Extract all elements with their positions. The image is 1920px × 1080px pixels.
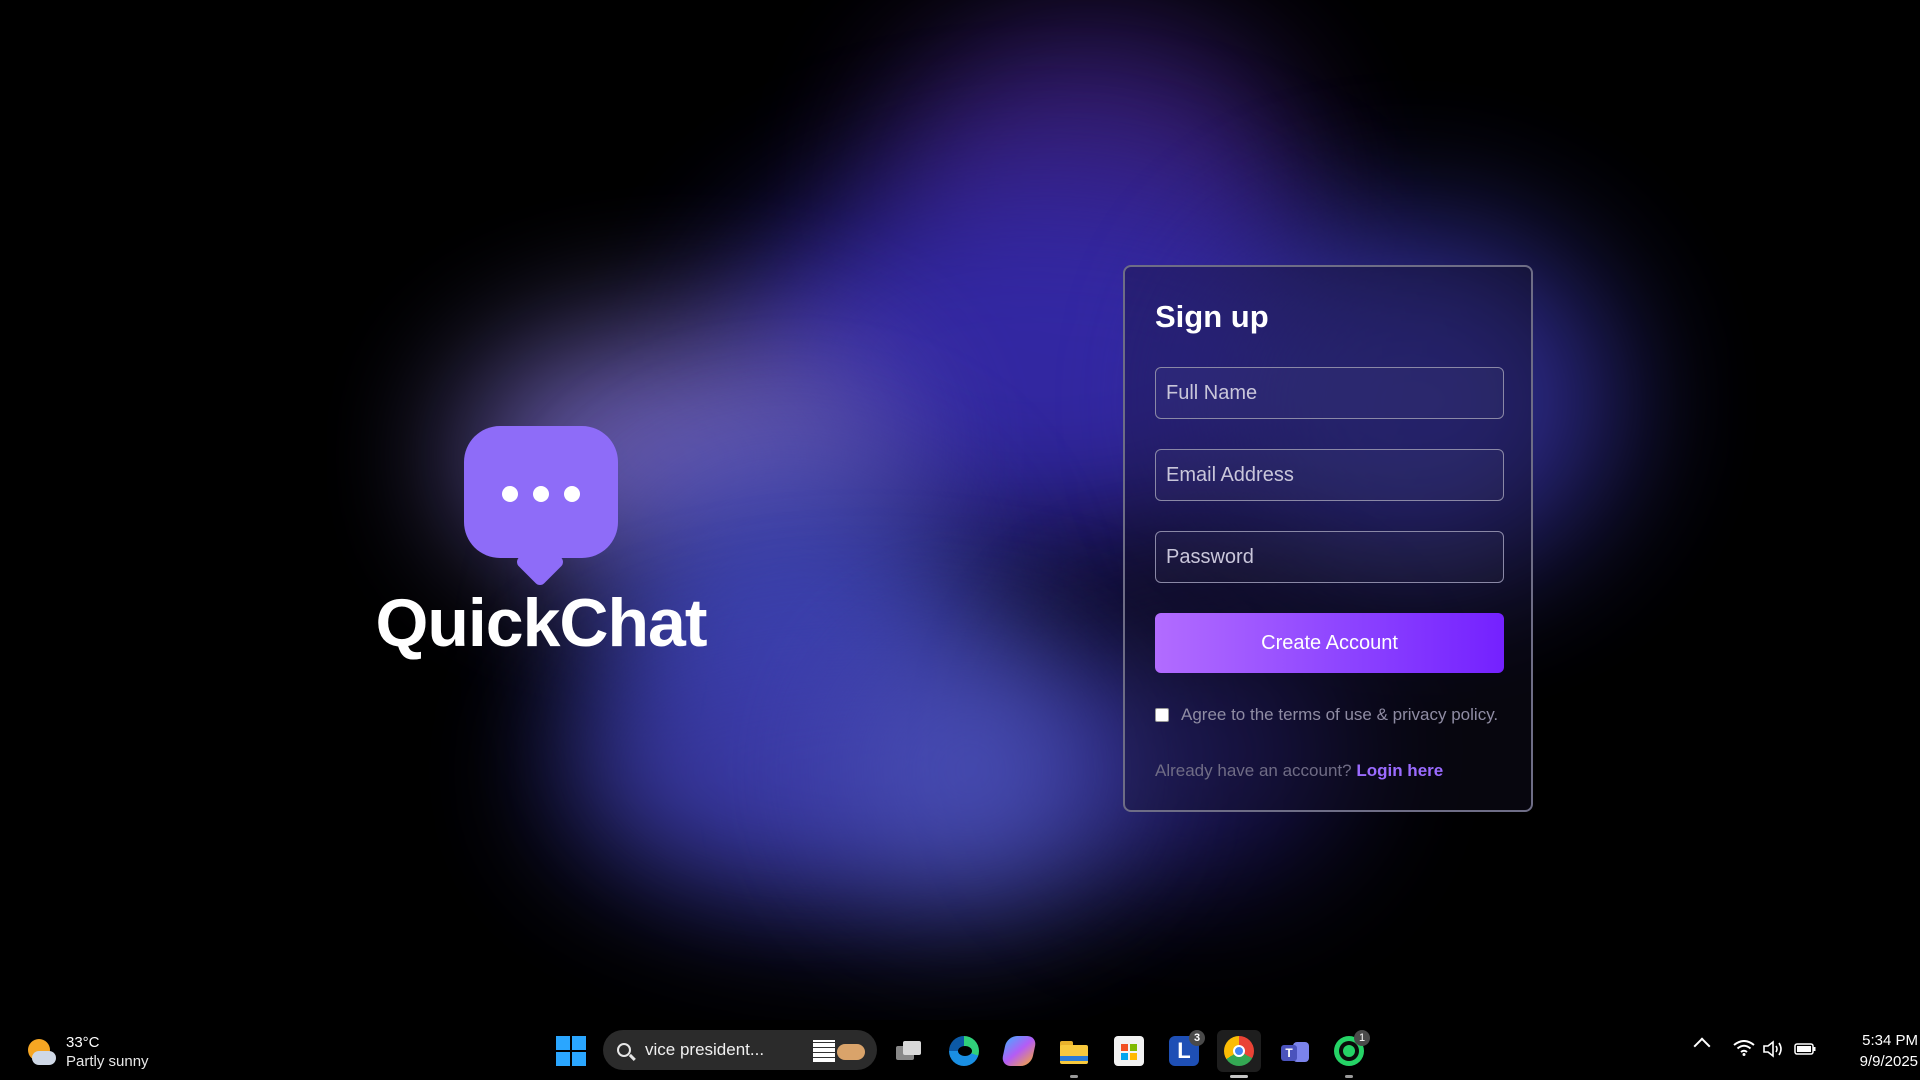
login-link[interactable]: Login here bbox=[1356, 761, 1443, 780]
wifi-icon[interactable] bbox=[1733, 1040, 1755, 1056]
folder-icon bbox=[1059, 1036, 1089, 1066]
file-explorer-button[interactable] bbox=[1052, 1030, 1096, 1078]
login-prompt: Already have an account? bbox=[1155, 761, 1352, 780]
running-indicator bbox=[1230, 1075, 1248, 1078]
terms-row: Agree to the terms of use & privacy poli… bbox=[1155, 705, 1498, 725]
whatsapp-icon: 1 bbox=[1334, 1030, 1370, 1066]
clock-date: 9/9/2025 bbox=[1859, 1053, 1918, 1070]
signup-card: Sign up Create Account Agree to the term… bbox=[1123, 265, 1533, 812]
weather-widget[interactable]: 33°C Partly sunny bbox=[24, 1032, 149, 1072]
background-glow bbox=[840, 640, 1100, 900]
chrome-button[interactable] bbox=[1217, 1030, 1261, 1078]
l-app-button[interactable]: L 3 bbox=[1162, 1030, 1206, 1072]
taskbar-clock[interactable]: 5:34 PM 9/9/2025 bbox=[1818, 1030, 1918, 1072]
whatsapp-button[interactable]: 1 bbox=[1327, 1030, 1371, 1078]
create-account-button[interactable]: Create Account bbox=[1155, 613, 1504, 673]
weather-temp: 33°C bbox=[66, 1034, 100, 1051]
login-line: Already have an account? Login here bbox=[1155, 761, 1443, 781]
copilot-icon bbox=[1000, 1036, 1038, 1066]
chrome-icon bbox=[1224, 1036, 1254, 1066]
search-icon bbox=[617, 1043, 631, 1057]
task-view-button[interactable] bbox=[887, 1030, 931, 1072]
windows-logo-icon bbox=[556, 1036, 570, 1050]
chat-bubble-icon bbox=[464, 426, 618, 588]
full-name-field[interactable] bbox=[1155, 367, 1504, 419]
task-view-icon bbox=[894, 1036, 924, 1066]
microsoft-store-button[interactable] bbox=[1107, 1030, 1151, 1072]
copilot-button[interactable] bbox=[997, 1030, 1041, 1072]
store-icon bbox=[1114, 1036, 1144, 1066]
l-app-icon: L 3 bbox=[1169, 1030, 1205, 1066]
running-indicator bbox=[1345, 1075, 1353, 1078]
clock-time: 5:34 PM bbox=[1862, 1032, 1918, 1049]
terms-label: Agree to the terms of use & privacy poli… bbox=[1181, 705, 1499, 724]
edge-icon bbox=[949, 1036, 979, 1066]
partly-sunny-icon bbox=[24, 1035, 58, 1069]
password-field[interactable] bbox=[1155, 531, 1504, 583]
signup-title: Sign up bbox=[1155, 299, 1269, 334]
edge-button[interactable] bbox=[942, 1030, 986, 1072]
search-text: vice president... bbox=[645, 1040, 765, 1059]
notification-badge: 1 bbox=[1354, 1030, 1370, 1046]
weather-condition: Partly sunny bbox=[66, 1053, 149, 1070]
app-window: QuickChat Sign up Create Account Agree t… bbox=[0, 0, 1920, 1020]
brand-name: QuickChat bbox=[375, 585, 707, 661]
running-indicator bbox=[1070, 1075, 1078, 1078]
email-field[interactable] bbox=[1155, 449, 1504, 501]
start-button[interactable] bbox=[556, 1036, 586, 1066]
taskbar-search[interactable]: vice president... bbox=[603, 1030, 877, 1070]
search-highlight-icon bbox=[813, 1038, 867, 1064]
battery-icon[interactable] bbox=[1794, 1043, 1816, 1055]
volume-icon[interactable] bbox=[1762, 1040, 1784, 1058]
terms-checkbox[interactable] bbox=[1155, 708, 1169, 722]
l-app-label: L bbox=[1177, 1038, 1191, 1063]
notification-badge: 3 bbox=[1189, 1030, 1205, 1046]
teams-button[interactable]: T bbox=[1272, 1030, 1316, 1072]
teams-icon: T bbox=[1279, 1036, 1309, 1066]
